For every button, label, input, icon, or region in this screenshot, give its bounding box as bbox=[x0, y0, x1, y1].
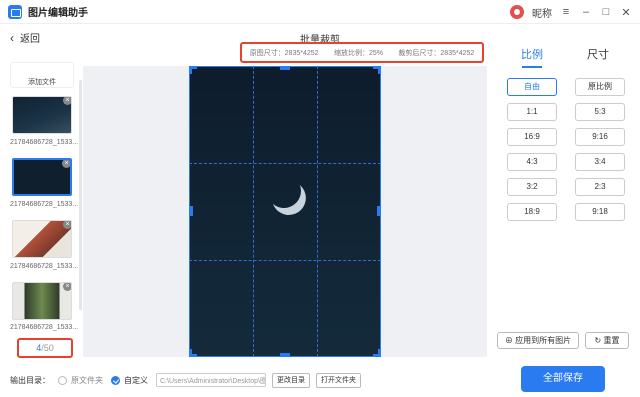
remove-icon[interactable]: × bbox=[63, 283, 71, 291]
title-bar-controls: 昵称 ≡ – □ ✕ bbox=[510, 0, 632, 24]
source-folder-label: 原文件夹 bbox=[71, 375, 103, 385]
open-folder-button[interactable]: 打开文件夹 bbox=[316, 372, 361, 388]
ratio-4-3[interactable]: 4:3 bbox=[507, 153, 557, 171]
reset-button[interactable]: ↻ 重置 bbox=[585, 332, 629, 349]
crop-handle-bottom-left[interactable] bbox=[189, 349, 197, 357]
avatar[interactable] bbox=[510, 5, 524, 19]
scale-text: 缩放比例：25% bbox=[333, 49, 383, 57]
app-window: 图片编辑助手 昵称 ≡ – □ ✕ ‹ 返回 批量裁剪 原图尺寸：2835*42… bbox=[0, 0, 640, 397]
crop-handle-bottom-right[interactable] bbox=[373, 349, 381, 357]
tab-ratio[interactable]: 比例 bbox=[521, 46, 543, 62]
save-all-button[interactable]: 全部保存 bbox=[521, 366, 605, 392]
reset-label: 重置 bbox=[603, 336, 620, 345]
crop-canvas bbox=[83, 66, 487, 357]
radio-source-folder[interactable] bbox=[58, 375, 67, 385]
thumbnail-label: 21784686728_1533... bbox=[10, 263, 78, 270]
output-path-input[interactable]: C:\Users\Administrator\Desktop\图 bbox=[156, 373, 266, 387]
ratio-9-18[interactable]: 9:18 bbox=[575, 203, 625, 221]
original-size-text: 原图尺寸：2835*4252 bbox=[249, 49, 319, 57]
add-file-button[interactable]: 添加文件 bbox=[10, 62, 74, 88]
remove-icon[interactable]: × bbox=[63, 221, 71, 229]
ratio-18-9[interactable]: 18:9 bbox=[507, 203, 557, 221]
thumbnail-label: 21784686728_1533... bbox=[10, 139, 78, 146]
output-bar: 输出目录： 原文件夹 自定义 C:\Users\Administrator\De… bbox=[10, 372, 361, 388]
crop-handle-left[interactable] bbox=[189, 206, 193, 216]
thumbnail-list: 添加文件 × 21784686728_1533... × 21784686728… bbox=[8, 56, 80, 356]
user-name[interactable]: 昵称 bbox=[532, 5, 552, 20]
minimize-icon[interactable]: – bbox=[580, 6, 592, 18]
crop-mode-tabs: 比例 尺寸 bbox=[505, 46, 625, 66]
ratio-9-16[interactable]: 9:16 bbox=[575, 128, 625, 146]
crop-handle-right[interactable] bbox=[377, 206, 381, 216]
thumbnail[interactable]: × bbox=[12, 282, 72, 320]
image-info-bar: 原图尺寸：2835*4252 缩放比例：25% 裁剪后尺寸：2835*4252 bbox=[240, 42, 484, 63]
app-title: 图片编辑助手 bbox=[28, 8, 88, 19]
counter-total: /50 bbox=[41, 343, 54, 353]
cropped-size-text: 裁剪后尺寸：2835*4252 bbox=[398, 49, 475, 57]
crop-handle-bottom[interactable] bbox=[280, 353, 290, 357]
title-bar: 图片编辑助手 昵称 ≡ – □ ✕ bbox=[0, 0, 640, 24]
ratio-1-1[interactable]: 1:1 bbox=[507, 103, 557, 121]
change-dir-button[interactable]: 更改目录 bbox=[272, 372, 310, 388]
close-icon[interactable]: ✕ bbox=[620, 6, 632, 19]
tab-size[interactable]: 尺寸 bbox=[587, 46, 609, 62]
radio-custom-folder[interactable] bbox=[111, 375, 120, 385]
thumbnail-label: 21784686728_1533... bbox=[10, 324, 78, 331]
ratio-3-4[interactable]: 3:4 bbox=[575, 153, 625, 171]
crop-handle-top[interactable] bbox=[280, 66, 290, 70]
ratio-2-3[interactable]: 2:3 bbox=[575, 178, 625, 196]
output-dir-label: 输出目录： bbox=[10, 375, 50, 385]
menu-icon[interactable]: ≡ bbox=[560, 6, 572, 18]
crop-frame[interactable] bbox=[189, 66, 381, 357]
tab-underline bbox=[522, 66, 542, 68]
reset-icon: ↻ bbox=[594, 336, 602, 345]
ratio-5-3[interactable]: 5:3 bbox=[575, 103, 625, 121]
thumbnail-selected[interactable]: × bbox=[12, 158, 72, 196]
thumbnail[interactable]: × bbox=[12, 220, 72, 258]
crop-handle-top-left[interactable] bbox=[189, 66, 197, 74]
ratio-3-2[interactable]: 3:2 bbox=[507, 178, 557, 196]
add-file-label: 添加文件 bbox=[28, 79, 56, 86]
apply-all-button[interactable]: ⊕ 应用到所有图片 bbox=[497, 332, 579, 349]
crop-handle-top-right[interactable] bbox=[373, 66, 381, 74]
thumbnail[interactable]: × bbox=[12, 96, 72, 134]
ratio-original[interactable]: 原比例 bbox=[575, 78, 625, 96]
thumbnail-scrollbar[interactable] bbox=[79, 80, 82, 310]
image-preview bbox=[189, 66, 381, 357]
maximize-icon[interactable]: □ bbox=[600, 6, 612, 18]
custom-folder-label: 自定义 bbox=[124, 375, 148, 385]
ratio-16-9[interactable]: 16:9 bbox=[507, 128, 557, 146]
apply-icon: ⊕ bbox=[504, 336, 513, 345]
ratio-free[interactable]: 自由 bbox=[507, 78, 557, 96]
remove-icon[interactable]: × bbox=[62, 160, 70, 168]
thumbnail-label: 21784686728_1533... bbox=[10, 201, 78, 208]
apply-all-label: 应用到所有图片 bbox=[515, 336, 572, 345]
remove-icon[interactable]: × bbox=[63, 97, 71, 105]
image-counter: 4/50 bbox=[17, 338, 73, 358]
app-logo-icon bbox=[8, 4, 22, 19]
